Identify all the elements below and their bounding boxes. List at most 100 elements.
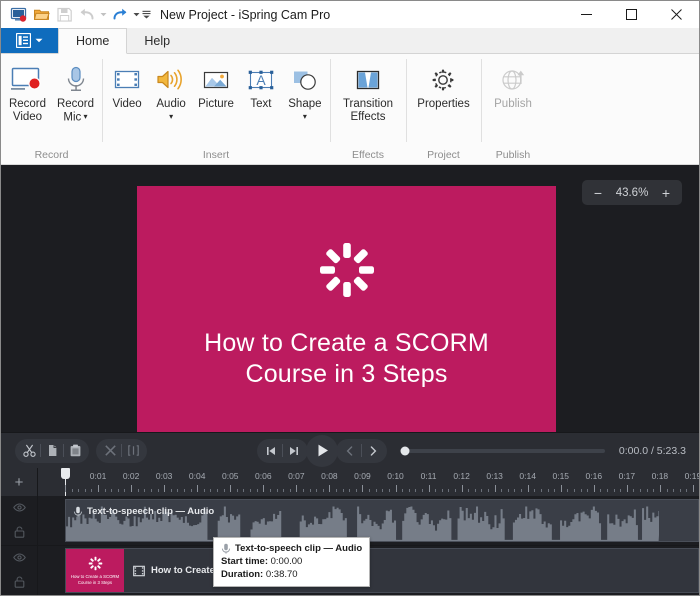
chevron-down-icon[interactable]: ▾ [169,112,173,121]
tooltip-duration-row: Duration: 0:38.70 [221,568,362,581]
ruler-tick [289,489,291,492]
tooltip-start-time-label: Start time: [221,556,268,567]
lock-icon[interactable] [14,525,25,543]
tab-help[interactable]: Help [127,28,187,53]
ruler-tick [223,489,225,492]
seek-handle[interactable] [400,446,410,455]
open-folder-icon[interactable] [30,4,52,26]
menu-icon [16,33,31,48]
add-track-button[interactable]: + [1,468,38,496]
ribbon-group-project: Properties Project [406,54,481,164]
publish-label: Publish [494,98,532,110]
undo-icon [76,4,98,26]
ruler-label: 0:18 [651,471,669,481]
lock-icon[interactable] [14,575,25,593]
redo-dropdown-icon[interactable] [132,4,141,26]
clipboard-tools [15,438,89,463]
transition-effects-icon [353,63,383,96]
previous-frame-icon[interactable] [339,440,361,462]
ruler-tick [567,489,569,492]
ribbon-group-effects: Transition Effects Effects [330,54,406,164]
tooltip-start-time-value: 0:00.00 [270,556,303,567]
ruler-tick [230,485,232,492]
slide-title-line2: Course in 3 Steps [245,360,448,388]
zoom-control: − 43.6% + [582,180,682,205]
insert-video-button[interactable]: Video [105,59,149,112]
ruler-tick [488,489,490,492]
ruler-label: 0:10 [387,471,404,481]
ruler-tick [157,489,159,492]
record-video-label-1: Record [8,98,47,110]
insert-picture-label: Picture [198,98,234,110]
slide-title: How to Create a SCORM Course in 3 Steps [204,328,489,390]
video-clip[interactable]: How to Create a SCORM Course in 3 Steps [65,548,699,593]
ruler-tick [686,489,688,492]
seek-bar[interactable] [400,446,605,455]
play-button[interactable] [306,434,338,467]
next-frame-icon[interactable] [362,440,384,462]
paste-icon[interactable] [64,440,86,462]
ruler-tick [382,489,384,492]
track-controls-audio [1,496,37,546]
delete-icon[interactable] [99,440,121,462]
ruler-tick [336,489,337,492]
ruler-tick [150,489,152,492]
ruler-tick [250,489,252,492]
ruler-tick [593,485,595,492]
insert-text-label: Text [250,98,272,110]
maximize-button[interactable] [609,1,654,27]
insert-picture-button[interactable]: Picture [193,59,239,112]
zoom-out-button[interactable]: − [592,185,604,201]
zoom-in-button[interactable]: + [660,185,672,201]
transition-effects-label-2: Effects [350,110,386,123]
record-screen-icon[interactable] [7,4,29,26]
record-mic-label-1: Record [56,98,95,110]
ruler-tick [217,489,219,492]
ruler-tick [587,489,589,492]
cut-icon[interactable] [18,440,40,462]
ruler-tick [170,489,172,492]
audio-clip-icon [73,506,83,517]
eye-icon[interactable] [12,549,26,567]
ruler-tick [236,489,238,492]
publish-globe-icon [498,63,528,96]
ruler-tick [580,489,582,492]
properties-label: Properties [417,98,470,110]
window-controls [564,1,699,27]
insert-text-button[interactable]: A Text [239,59,283,112]
seek-track[interactable] [400,446,605,455]
tooltip-title-row: Text-to-speech clip — Audio [221,542,362,555]
transition-effects-button[interactable]: Transition Effects [337,59,399,124]
ruler-label: 0:16 [585,471,603,481]
record-video-button[interactable]: Record Video [4,59,52,124]
close-button[interactable] [654,1,699,27]
slide-canvas[interactable]: How to Create a SCORM Course in 3 Steps [137,186,556,444]
ruler-tick [203,489,205,492]
preview-stage: How to Create a SCORM Course in 3 Steps … [1,165,699,444]
trim-icon[interactable] [122,440,144,462]
insert-shape-button[interactable]: Shape ▾ [283,59,327,124]
copy-icon[interactable] [41,440,63,462]
record-mic-button[interactable]: Record Mic ▾ [52,59,100,124]
chevron-down-icon[interactable]: ▾ [303,112,307,121]
ruler-tick [521,489,523,492]
play-icon [318,444,328,457]
file-menu-button[interactable] [1,28,58,53]
timeline-ruler[interactable]: 0:01 0:02 0:03 0:04 0:05 0:06 0:07 0:08 0:09 0:10… [38,468,699,496]
ruler-tick [183,489,185,492]
audio-clip[interactable]: Text-to-speech clip — Audio [65,499,699,542]
eye-icon[interactable] [12,499,26,517]
ruler-tick [78,489,80,492]
ruler-tick [494,485,496,492]
record-video-icon [10,63,46,96]
redo-icon[interactable] [109,4,131,26]
skip-end-icon[interactable] [283,440,305,462]
chevron-down-icon[interactable]: ▾ [81,112,88,121]
minimize-button[interactable] [564,1,609,27]
skip-start-icon[interactable] [260,440,282,462]
tab-home[interactable]: Home [58,28,128,54]
properties-button[interactable]: Properties [412,59,474,112]
ruler-tick [402,489,404,492]
insert-audio-button[interactable]: Audio ▾ [149,59,193,124]
customize-qat-icon[interactable] [142,4,151,26]
